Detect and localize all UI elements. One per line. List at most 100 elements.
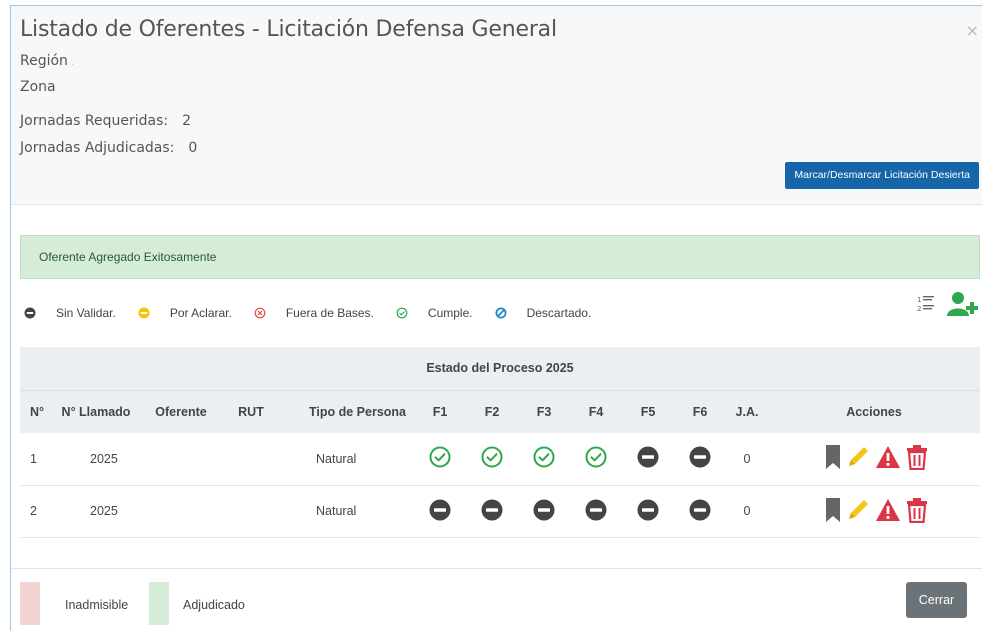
pencil-icon[interactable] bbox=[845, 444, 871, 470]
col-f6: F6 bbox=[674, 390, 726, 433]
check-circle-icon bbox=[533, 446, 555, 468]
trash-icon[interactable] bbox=[905, 497, 929, 523]
col-rut: RUT bbox=[216, 390, 286, 433]
minus-circle-icon bbox=[481, 499, 503, 520]
legend-label-fuera-de-bases: Fuera de Bases. bbox=[285, 306, 374, 320]
col-ja: J.A. bbox=[726, 390, 768, 433]
bookmark-icon[interactable] bbox=[825, 444, 841, 470]
legend-label-cumple: Cumple. bbox=[427, 306, 473, 320]
cell-rut bbox=[216, 433, 286, 486]
cell-oferente bbox=[146, 433, 216, 486]
table-row: 2 2025 Natural 0 bbox=[20, 485, 980, 538]
cell-ja: 0 bbox=[726, 485, 768, 538]
jornadas-adjudicadas-value: 0 bbox=[188, 140, 198, 156]
jornadas-requeridas-value: 2 bbox=[182, 113, 191, 129]
pencil-icon[interactable] bbox=[845, 497, 871, 523]
row-actions bbox=[825, 497, 929, 523]
bookmark-icon[interactable] bbox=[825, 497, 841, 523]
cell-f3[interactable] bbox=[518, 485, 570, 538]
modal-footer: Inadmisible Adjudicado Cerrar bbox=[11, 568, 982, 631]
add-user-icon[interactable] bbox=[947, 291, 979, 317]
col-llamado: N° Llamado bbox=[46, 390, 146, 433]
group-header: Estado del Proceso 2025 bbox=[20, 347, 980, 391]
marcar-desierta-button[interactable]: Marcar/Desmarcar Licitación Desierta bbox=[785, 162, 979, 189]
minus-circle-icon bbox=[585, 499, 607, 520]
minus-circle-icon bbox=[689, 499, 711, 520]
ban-icon bbox=[495, 307, 507, 319]
table-body: 1 2025 Natural 0 2 2025 Natural 0 bbox=[20, 433, 980, 538]
cell-f4[interactable] bbox=[570, 433, 622, 486]
minus-circle-icon bbox=[138, 307, 150, 319]
cell-f1[interactable] bbox=[414, 485, 466, 538]
cerrar-button[interactable]: Cerrar bbox=[906, 582, 967, 618]
cell-numero: 2 bbox=[20, 485, 46, 538]
minus-circle-icon bbox=[24, 307, 36, 319]
region-label: Región bbox=[20, 53, 68, 69]
col-f2: F2 bbox=[466, 390, 518, 433]
warning-icon[interactable] bbox=[875, 498, 901, 522]
cell-f6[interactable] bbox=[674, 433, 726, 486]
minus-circle-icon bbox=[533, 499, 555, 520]
check-circle-icon bbox=[396, 307, 408, 319]
cell-f3[interactable] bbox=[518, 433, 570, 486]
jornadas-requeridas-line: Jornadas Requeridas: 2 bbox=[20, 113, 191, 129]
col-f3: F3 bbox=[518, 390, 570, 433]
cell-f5[interactable] bbox=[622, 433, 674, 486]
check-circle-icon bbox=[481, 446, 503, 468]
adjudicado-label: Adjudicado bbox=[183, 598, 245, 612]
legend-label-descartado: Descartado. bbox=[526, 306, 592, 320]
region-value: . bbox=[70, 57, 75, 68]
legend-label-sin-validar: Sin Validar. bbox=[56, 306, 116, 320]
cell-oferente bbox=[146, 485, 216, 538]
table-row: 1 2025 Natural 0 bbox=[20, 433, 980, 486]
cell-f2[interactable] bbox=[466, 433, 518, 486]
adjudicado-swatch bbox=[149, 582, 169, 625]
inadmisible-label: Inadmisible bbox=[65, 598, 129, 612]
cell-tipo-persona: Natural bbox=[286, 433, 414, 486]
col-f5: F5 bbox=[622, 390, 674, 433]
svg-text:1: 1 bbox=[917, 296, 921, 304]
cell-rut bbox=[216, 485, 286, 538]
cell-acciones bbox=[768, 485, 980, 538]
region-line: Región. bbox=[20, 53, 74, 69]
svg-text:2: 2 bbox=[917, 305, 921, 313]
x-circle-icon bbox=[254, 307, 266, 319]
status-legend: Sin Validar. Por Aclarar. Fuera de Bases… bbox=[20, 303, 591, 323]
col-f1: F1 bbox=[414, 390, 466, 433]
modal-header: Listado de Oferentes - Licitación Defens… bbox=[11, 6, 982, 205]
cell-llamado: 2025 bbox=[46, 433, 146, 486]
inadmisible-swatch bbox=[20, 582, 40, 625]
jornadas-requeridas-label: Jornadas Requeridas: bbox=[20, 113, 169, 129]
minus-circle-icon bbox=[637, 499, 659, 520]
col-oferente: Oferente bbox=[146, 390, 216, 433]
jornadas-adjudicadas-label: Jornadas Adjudicadas: bbox=[20, 140, 175, 156]
table-tools: 1 2 bbox=[917, 291, 979, 317]
check-circle-icon bbox=[429, 446, 451, 468]
ordered-list-icon[interactable]: 1 2 bbox=[917, 294, 935, 314]
minus-circle-icon bbox=[637, 446, 659, 468]
col-numero: N° bbox=[20, 390, 46, 433]
col-acciones: Acciones bbox=[768, 390, 980, 433]
cell-f5[interactable] bbox=[622, 485, 674, 538]
check-circle-icon bbox=[585, 446, 607, 468]
cell-f1[interactable] bbox=[414, 433, 466, 486]
legend-label-por-aclarar: Por Aclarar. bbox=[169, 306, 232, 320]
close-icon[interactable]: × bbox=[966, 21, 979, 40]
modal-title: Listado de Oferentes - Licitación Defens… bbox=[20, 17, 557, 42]
minus-circle-icon bbox=[429, 499, 451, 520]
trash-icon[interactable] bbox=[905, 444, 929, 471]
cell-f6[interactable] bbox=[674, 485, 726, 538]
cell-numero: 1 bbox=[20, 433, 46, 486]
jornadas-adjudicadas-line: Jornadas Adjudicadas: 0 bbox=[20, 140, 197, 156]
cell-f2[interactable] bbox=[466, 485, 518, 538]
cell-acciones bbox=[768, 433, 980, 486]
zona-label: Zona bbox=[20, 79, 56, 95]
cell-llamado: 2025 bbox=[46, 485, 146, 538]
cell-ja: 0 bbox=[726, 433, 768, 486]
row-actions bbox=[825, 444, 929, 471]
success-alert: Oferente Agregado Exitosamente bbox=[20, 235, 980, 279]
warning-icon[interactable] bbox=[875, 445, 901, 469]
col-tipo-persona: Tipo de Persona bbox=[286, 390, 414, 433]
cell-f4[interactable] bbox=[570, 485, 622, 538]
cell-tipo-persona: Natural bbox=[286, 485, 414, 538]
